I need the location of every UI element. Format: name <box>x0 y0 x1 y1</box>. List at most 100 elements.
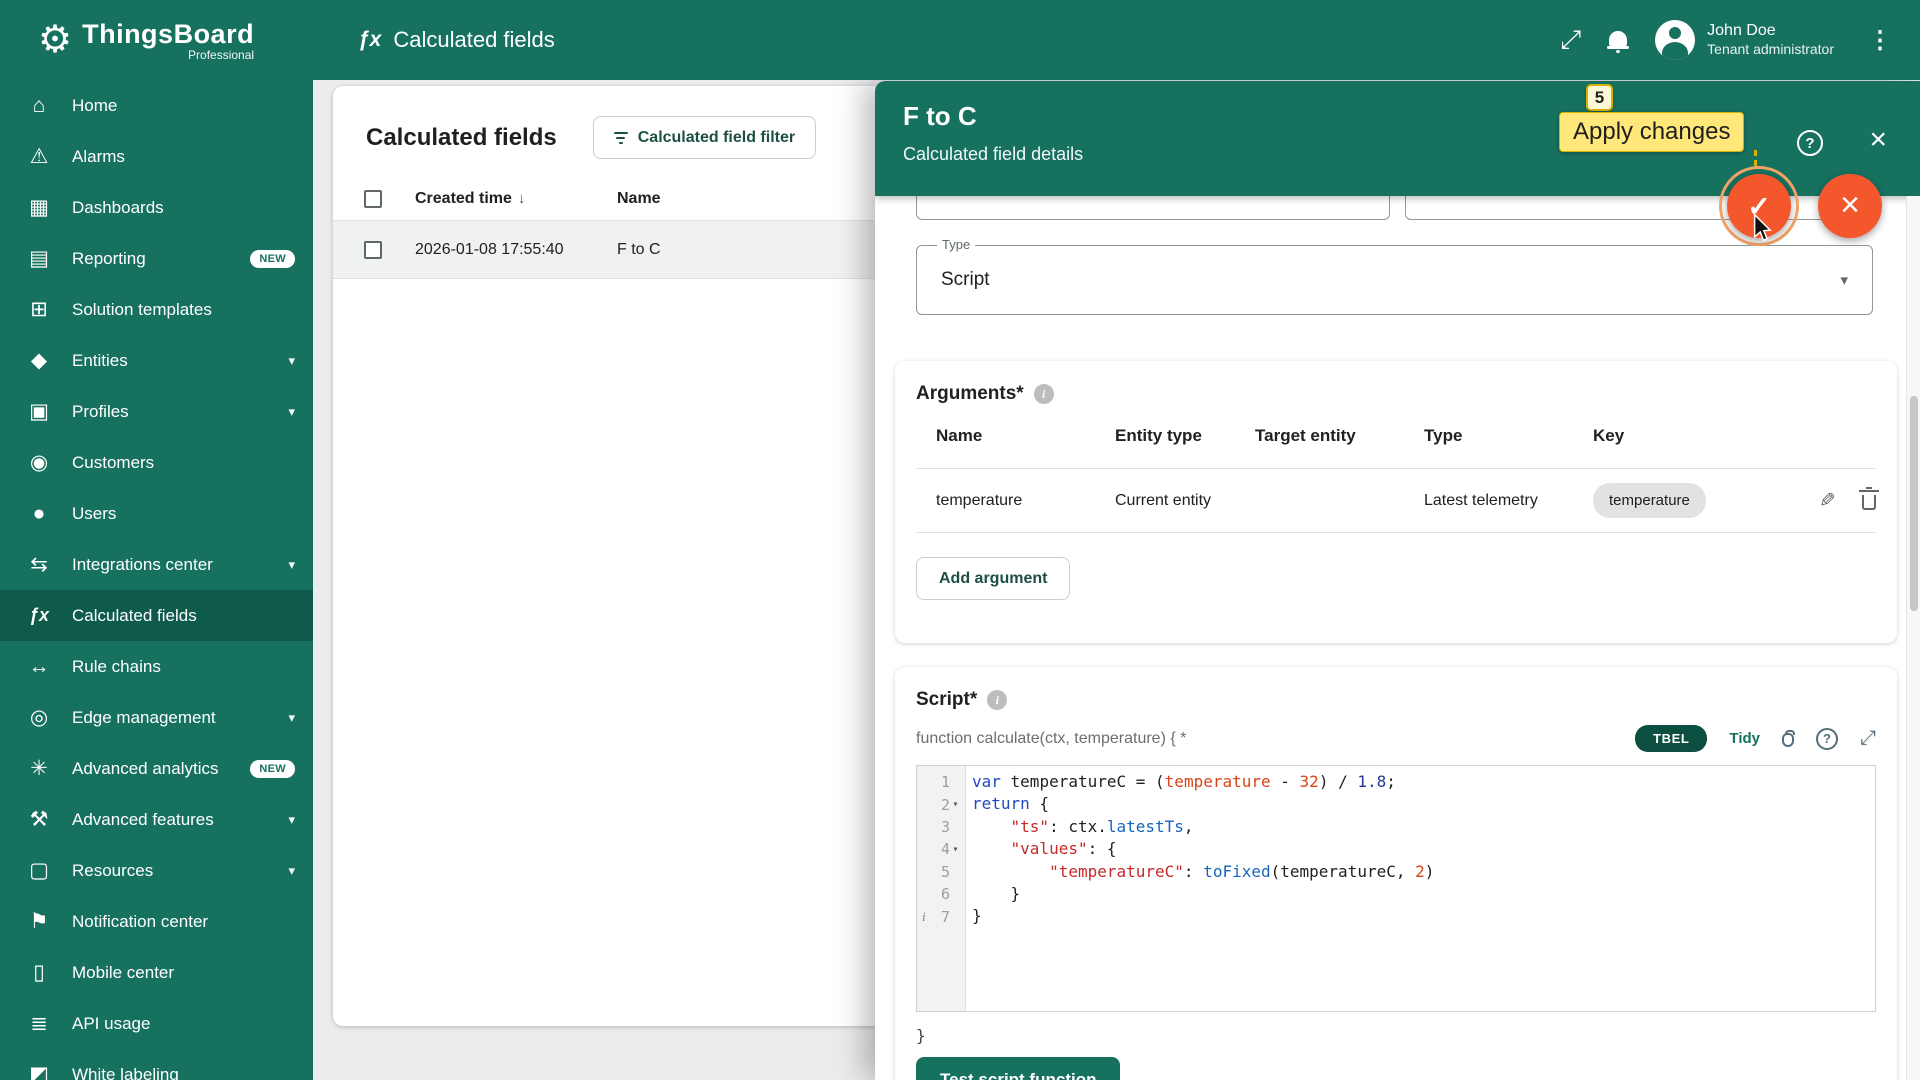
resources-icon: ▢ <box>26 858 52 883</box>
clipped-field-right[interactable] <box>1405 196 1873 220</box>
chevron-down-icon: ▾ <box>288 863 295 879</box>
tbel-toggle[interactable]: TBEL <box>1635 725 1707 752</box>
function-signature: function calculate(ctx, temperature) { * <box>916 730 1186 748</box>
alarms-icon: ⚠ <box>26 144 52 169</box>
script-section: Script* i function calculate(ctx, temper… <box>895 667 1897 1080</box>
sidebar-item-api-usage[interactable]: ≣ API usage <box>0 998 313 1049</box>
calculated-field-filter-button[interactable]: Calculated field filter <box>593 116 816 159</box>
info-icon[interactable]: i <box>1034 384 1054 404</box>
page-title: Calculated fields <box>393 27 554 53</box>
fx-icon: ƒx <box>358 28 381 52</box>
customers-icon: ◉ <box>26 450 52 475</box>
drawer-scrollbar[interactable] <box>1906 196 1920 1080</box>
sidebar-item-entities[interactable]: ◆ Entities ▾ <box>0 335 313 386</box>
tour-tooltip-label: Apply changes <box>1559 112 1744 152</box>
topbar: ⚙ ThingsBoard Professional ƒx Calculated… <box>0 0 1920 80</box>
add-argument-button[interactable]: Add argument <box>916 557 1070 600</box>
close-icon[interactable]: × <box>1869 125 1887 155</box>
scrollbar-thumb[interactable] <box>1910 396 1918 611</box>
arguments-section: Arguments* i Name Entity type Target ent… <box>895 361 1897 643</box>
arg-col-target-entity: Target entity <box>1255 426 1424 446</box>
white-labeling-icon: ◩ <box>26 1062 52 1080</box>
kebab-menu-icon[interactable]: ⋮ <box>1862 26 1898 55</box>
sidebar-item-calculated-fields[interactable]: ƒx Calculated fields <box>0 590 313 641</box>
users-icon: ● <box>26 502 52 526</box>
advanced-features-icon: ⚒ <box>26 807 52 832</box>
info-icon[interactable]: i <box>987 690 1007 710</box>
sidebar-item-rule-chains[interactable]: ↔ Rule chains <box>0 641 313 692</box>
sidebar-item-label: Resources <box>72 861 153 881</box>
sidebar-item-profiles[interactable]: ▣ Profiles ▾ <box>0 386 313 437</box>
sidebar-item-white-labeling[interactable]: ◩ White labeling <box>0 1049 313 1080</box>
script-help-icon[interactable]: ? <box>1816 728 1838 750</box>
arg-col-key: Key <box>1593 426 1780 446</box>
sidebar-item-edge-management[interactable]: ◎ Edge management ▾ <box>0 692 313 743</box>
test-script-function-button[interactable]: Test script function <box>916 1057 1120 1080</box>
filter-button-label: Calculated field filter <box>638 129 795 147</box>
chevron-down-icon: ▾ <box>288 710 295 726</box>
sidebar-item-solution-templates[interactable]: ⊞ Solution templates <box>0 284 313 335</box>
sidebar-item-label: White labeling <box>72 1065 179 1080</box>
chevron-down-icon: ▾ <box>288 557 295 573</box>
code-editor[interactable]: 12▾34▾56i7 var temperatureC = (temperatu… <box>916 765 1876 1012</box>
tidy-button[interactable]: Tidy <box>1729 730 1760 747</box>
sidebar-item-label: Profiles <box>72 402 129 422</box>
mouse-cursor <box>1751 214 1773 247</box>
arg-type: Latest telemetry <box>1424 492 1593 510</box>
sidebar-item-label: Users <box>72 504 116 524</box>
sidebar-item-label: Edge management <box>72 708 216 728</box>
sidebar-item-alarms[interactable]: ⚠ Alarms <box>0 131 313 182</box>
solution-templates-icon: ⊞ <box>26 297 52 322</box>
closing-brace: } <box>916 1026 1876 1045</box>
sidebar-item-label: Mobile center <box>72 963 174 983</box>
sidebar-item-label: Dashboards <box>72 198 164 218</box>
user-role: Tenant administrator <box>1707 41 1834 59</box>
sidebar-item-label: Notification center <box>72 912 208 932</box>
avatar <box>1655 20 1695 60</box>
user-name: John Doe <box>1707 21 1834 41</box>
brand-logo[interactable]: ⚙ ThingsBoard Professional <box>0 19 313 62</box>
fullscreen-icon[interactable]: ⤢ <box>1560 24 1581 56</box>
chevron-down-icon: ▾ <box>288 404 295 420</box>
notifications-bell-icon[interactable] <box>1609 35 1627 46</box>
type-select[interactable]: Type Script ▾ <box>916 245 1873 315</box>
sidebar-item-dashboards[interactable]: ▦ Dashboards <box>0 182 313 233</box>
sidebar-item-resources[interactable]: ▢ Resources ▾ <box>0 845 313 896</box>
home-icon: ⌂ <box>26 94 52 118</box>
sidebar: ⌂ Home ⚠ Alarms ▦ Dashboards ▤ Reporting… <box>0 80 313 1080</box>
sidebar-item-notification-center[interactable]: ⚑ Notification center <box>0 896 313 947</box>
code-lines[interactable]: var temperatureC = (temperature - 32) / … <box>966 766 1434 1011</box>
user-menu[interactable]: John Doe Tenant administrator <box>1655 20 1834 60</box>
discard-changes-button[interactable]: × <box>1818 174 1882 238</box>
sidebar-item-advanced-analytics[interactable]: ✳ Advanced analytics NEW <box>0 743 313 794</box>
bell-icon <box>1609 31 1627 46</box>
sidebar-item-mobile-center[interactable]: ▯ Mobile center <box>0 947 313 998</box>
sort-desc-icon[interactable]: ↓ <box>518 190 526 207</box>
sidebar-item-label: Customers <box>72 453 154 473</box>
select-all-checkbox[interactable] <box>364 190 382 208</box>
sidebar-item-customers[interactable]: ◉ Customers <box>0 437 313 488</box>
help-icon[interactable]: ? <box>1797 130 1823 156</box>
dashboards-icon: ▦ <box>26 195 52 220</box>
edit-argument-icon[interactable]: ✎ <box>1819 488 1836 513</box>
sidebar-item-users[interactable]: ● Users <box>0 488 313 539</box>
sidebar-item-label: Reporting <box>72 249 146 269</box>
sidebar-item-home[interactable]: ⌂ Home <box>0 80 313 131</box>
column-created-time[interactable]: Created time <box>415 190 512 208</box>
chevron-down-icon: ▾ <box>288 353 295 369</box>
sidebar-item-reporting[interactable]: ▤ Reporting NEW <box>0 233 313 284</box>
clipped-field-left[interactable] <box>916 196 1390 220</box>
advanced-analytics-icon: ✳ <box>26 756 52 781</box>
debug-bug-icon[interactable] <box>1782 733 1794 747</box>
sidebar-item-label: API usage <box>72 1014 150 1034</box>
brand-edition: Professional <box>188 48 254 62</box>
sidebar-item-integrations-center[interactable]: ⇆ Integrations center ▾ <box>0 539 313 590</box>
row-checkbox[interactable] <box>364 241 382 259</box>
type-select-value: Script <box>941 269 990 291</box>
sidebar-item-advanced-features[interactable]: ⚒ Advanced features ▾ <box>0 794 313 845</box>
sidebar-item-label: Integrations center <box>72 555 213 575</box>
row-created-time: 2026-01-08 17:55:40 <box>415 241 617 259</box>
delete-argument-icon[interactable] <box>1862 495 1876 510</box>
editor-fullscreen-icon[interactable]: ⤢ <box>1860 727 1876 750</box>
arg-name: temperature <box>916 492 1115 510</box>
